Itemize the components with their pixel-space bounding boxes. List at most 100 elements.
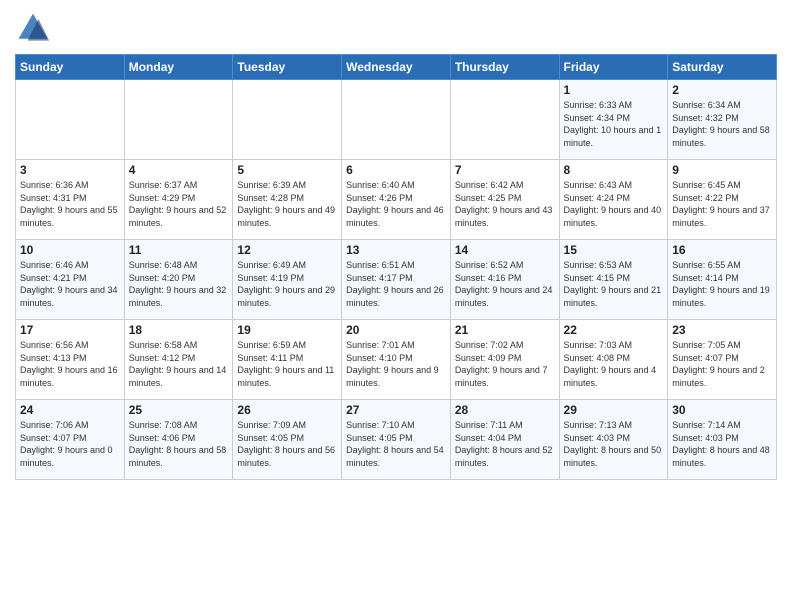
day-info: Sunrise: 6:49 AM Sunset: 4:19 PM Dayligh… xyxy=(237,259,337,309)
calendar-cell: 29 Sunrise: 7:13 AM Sunset: 4:03 PM Dayli… xyxy=(559,400,668,480)
calendar-cell xyxy=(342,80,451,160)
logo xyxy=(15,10,55,46)
day-info: Sunrise: 6:48 AM Sunset: 4:20 PM Dayligh… xyxy=(129,259,229,309)
calendar-cell: 13 Sunrise: 6:51 AM Sunset: 4:17 PM Dayli… xyxy=(342,240,451,320)
calendar-week-row: 10Sunrise: 6:46 AM Sunset: 4:21 PM Dayli… xyxy=(16,240,777,320)
calendar-header-row: SundayMondayTuesdayWednesdayThursdayFrid… xyxy=(16,55,777,80)
day-number: 15 xyxy=(564,243,664,257)
day-info: Sunrise: 6:40 AM Sunset: 4:26 PM Dayligh… xyxy=(346,179,446,229)
day-number: 5 xyxy=(237,163,337,177)
day-of-week-header: Sunday xyxy=(16,55,125,80)
day-number: 24 xyxy=(20,403,120,417)
day-info: Sunrise: 6:58 AM Sunset: 4:12 PM Dayligh… xyxy=(129,339,229,389)
day-info: Sunrise: 6:42 AM Sunset: 4:25 PM Dayligh… xyxy=(455,179,555,229)
day-info: Sunrise: 7:10 AM Sunset: 4:05 PM Dayligh… xyxy=(346,419,446,469)
calendar-cell: 10Sunrise: 6:46 AM Sunset: 4:21 PM Dayli… xyxy=(16,240,125,320)
day-info: Sunrise: 6:53 AM Sunset: 4:15 PM Dayligh… xyxy=(564,259,664,309)
calendar-cell: 9 Sunrise: 6:45 AM Sunset: 4:22 PM Daylig… xyxy=(668,160,777,240)
day-number: 16 xyxy=(672,243,772,257)
day-number: 27 xyxy=(346,403,446,417)
calendar-cell: 21Sunrise: 7:02 AM Sunset: 4:09 PM Dayli… xyxy=(450,320,559,400)
day-number: 17 xyxy=(20,323,120,337)
day-number: 22 xyxy=(564,323,664,337)
calendar-cell: 26 Sunrise: 7:09 AM Sunset: 4:05 PM Dayli… xyxy=(233,400,342,480)
calendar-cell: 3 Sunrise: 6:36 AM Sunset: 4:31 PM Daylig… xyxy=(16,160,125,240)
day-info: Sunrise: 7:13 AM Sunset: 4:03 PM Dayligh… xyxy=(564,419,664,469)
calendar-cell: 6 Sunrise: 6:40 AM Sunset: 4:26 PM Daylig… xyxy=(342,160,451,240)
day-number: 28 xyxy=(455,403,555,417)
day-info: Sunrise: 6:45 AM Sunset: 4:22 PM Dayligh… xyxy=(672,179,772,229)
day-number: 14 xyxy=(455,243,555,257)
day-info: Sunrise: 6:39 AM Sunset: 4:28 PM Dayligh… xyxy=(237,179,337,229)
day-number: 1 xyxy=(564,83,664,97)
calendar-week-row: 24 Sunrise: 7:06 AM Sunset: 4:07 PM Dayli… xyxy=(16,400,777,480)
day-number: 2 xyxy=(672,83,772,97)
calendar-cell xyxy=(124,80,233,160)
logo-icon xyxy=(15,10,51,46)
calendar-cell: 4 Sunrise: 6:37 AM Sunset: 4:29 PM Daylig… xyxy=(124,160,233,240)
calendar-cell: 15 Sunrise: 6:53 AM Sunset: 4:15 PM Dayli… xyxy=(559,240,668,320)
day-number: 13 xyxy=(346,243,446,257)
day-info: Sunrise: 6:55 AM Sunset: 4:14 PM Dayligh… xyxy=(672,259,772,309)
header xyxy=(15,10,777,46)
calendar-cell: 23 Sunrise: 7:05 AM Sunset: 4:07 PM Dayli… xyxy=(668,320,777,400)
day-info: Sunrise: 7:03 AM Sunset: 4:08 PM Dayligh… xyxy=(564,339,664,389)
day-info: Sunrise: 7:05 AM Sunset: 4:07 PM Dayligh… xyxy=(672,339,772,389)
day-of-week-header: Tuesday xyxy=(233,55,342,80)
day-info: Sunrise: 6:51 AM Sunset: 4:17 PM Dayligh… xyxy=(346,259,446,309)
day-of-week-header: Saturday xyxy=(668,55,777,80)
day-number: 11 xyxy=(129,243,229,257)
day-number: 6 xyxy=(346,163,446,177)
day-info: Sunrise: 6:34 AM Sunset: 4:32 PM Dayligh… xyxy=(672,99,772,149)
calendar-cell: 20Sunrise: 7:01 AM Sunset: 4:10 PM Dayli… xyxy=(342,320,451,400)
day-info: Sunrise: 6:43 AM Sunset: 4:24 PM Dayligh… xyxy=(564,179,664,229)
calendar-cell xyxy=(233,80,342,160)
calendar-cell xyxy=(450,80,559,160)
day-info: Sunrise: 7:09 AM Sunset: 4:05 PM Dayligh… xyxy=(237,419,337,469)
day-info: Sunrise: 7:02 AM Sunset: 4:09 PM Dayligh… xyxy=(455,339,555,389)
day-info: Sunrise: 6:46 AM Sunset: 4:21 PM Dayligh… xyxy=(20,259,120,309)
calendar-table: SundayMondayTuesdayWednesdayThursdayFrid… xyxy=(15,54,777,480)
day-of-week-header: Wednesday xyxy=(342,55,451,80)
calendar-cell: 30Sunrise: 7:14 AM Sunset: 4:03 PM Dayli… xyxy=(668,400,777,480)
day-number: 29 xyxy=(564,403,664,417)
calendar-week-row: 3 Sunrise: 6:36 AM Sunset: 4:31 PM Daylig… xyxy=(16,160,777,240)
calendar-cell: 18 Sunrise: 6:58 AM Sunset: 4:12 PM Dayli… xyxy=(124,320,233,400)
calendar-cell: 19 Sunrise: 6:59 AM Sunset: 4:11 PM Dayli… xyxy=(233,320,342,400)
calendar-cell: 17Sunrise: 6:56 AM Sunset: 4:13 PM Dayli… xyxy=(16,320,125,400)
day-number: 26 xyxy=(237,403,337,417)
day-info: Sunrise: 6:37 AM Sunset: 4:29 PM Dayligh… xyxy=(129,179,229,229)
day-number: 30 xyxy=(672,403,772,417)
calendar-cell: 8Sunrise: 6:43 AM Sunset: 4:24 PM Daylig… xyxy=(559,160,668,240)
day-number: 18 xyxy=(129,323,229,337)
calendar-cell: 1 Sunrise: 6:33 AM Sunset: 4:34 PM Daylig… xyxy=(559,80,668,160)
day-of-week-header: Monday xyxy=(124,55,233,80)
day-info: Sunrise: 6:33 AM Sunset: 4:34 PM Dayligh… xyxy=(564,99,664,149)
calendar-cell: 28 Sunrise: 7:11 AM Sunset: 4:04 PM Dayli… xyxy=(450,400,559,480)
calendar-cell: 11 Sunrise: 6:48 AM Sunset: 4:20 PM Dayli… xyxy=(124,240,233,320)
calendar-cell: 22 Sunrise: 7:03 AM Sunset: 4:08 PM Dayli… xyxy=(559,320,668,400)
day-number: 12 xyxy=(237,243,337,257)
day-info: Sunrise: 7:08 AM Sunset: 4:06 PM Dayligh… xyxy=(129,419,229,469)
calendar-cell: 25Sunrise: 7:08 AM Sunset: 4:06 PM Dayli… xyxy=(124,400,233,480)
calendar-cell: 14 Sunrise: 6:52 AM Sunset: 4:16 PM Dayli… xyxy=(450,240,559,320)
day-number: 23 xyxy=(672,323,772,337)
day-info: Sunrise: 7:06 AM Sunset: 4:07 PM Dayligh… xyxy=(20,419,120,469)
day-info: Sunrise: 6:52 AM Sunset: 4:16 PM Dayligh… xyxy=(455,259,555,309)
calendar-week-row: 17Sunrise: 6:56 AM Sunset: 4:13 PM Dayli… xyxy=(16,320,777,400)
day-info: Sunrise: 6:59 AM Sunset: 4:11 PM Dayligh… xyxy=(237,339,337,389)
calendar-cell: 12 Sunrise: 6:49 AM Sunset: 4:19 PM Dayli… xyxy=(233,240,342,320)
day-number: 19 xyxy=(237,323,337,337)
day-number: 20 xyxy=(346,323,446,337)
day-number: 9 xyxy=(672,163,772,177)
calendar-cell xyxy=(16,80,125,160)
calendar-week-row: 1 Sunrise: 6:33 AM Sunset: 4:34 PM Daylig… xyxy=(16,80,777,160)
day-of-week-header: Friday xyxy=(559,55,668,80)
day-info: Sunrise: 6:36 AM Sunset: 4:31 PM Dayligh… xyxy=(20,179,120,229)
day-number: 3 xyxy=(20,163,120,177)
day-number: 4 xyxy=(129,163,229,177)
calendar-cell: 7Sunrise: 6:42 AM Sunset: 4:25 PM Daylig… xyxy=(450,160,559,240)
calendar-page: SundayMondayTuesdayWednesdayThursdayFrid… xyxy=(0,0,792,612)
day-info: Sunrise: 7:11 AM Sunset: 4:04 PM Dayligh… xyxy=(455,419,555,469)
calendar-cell: 2 Sunrise: 6:34 AM Sunset: 4:32 PM Daylig… xyxy=(668,80,777,160)
